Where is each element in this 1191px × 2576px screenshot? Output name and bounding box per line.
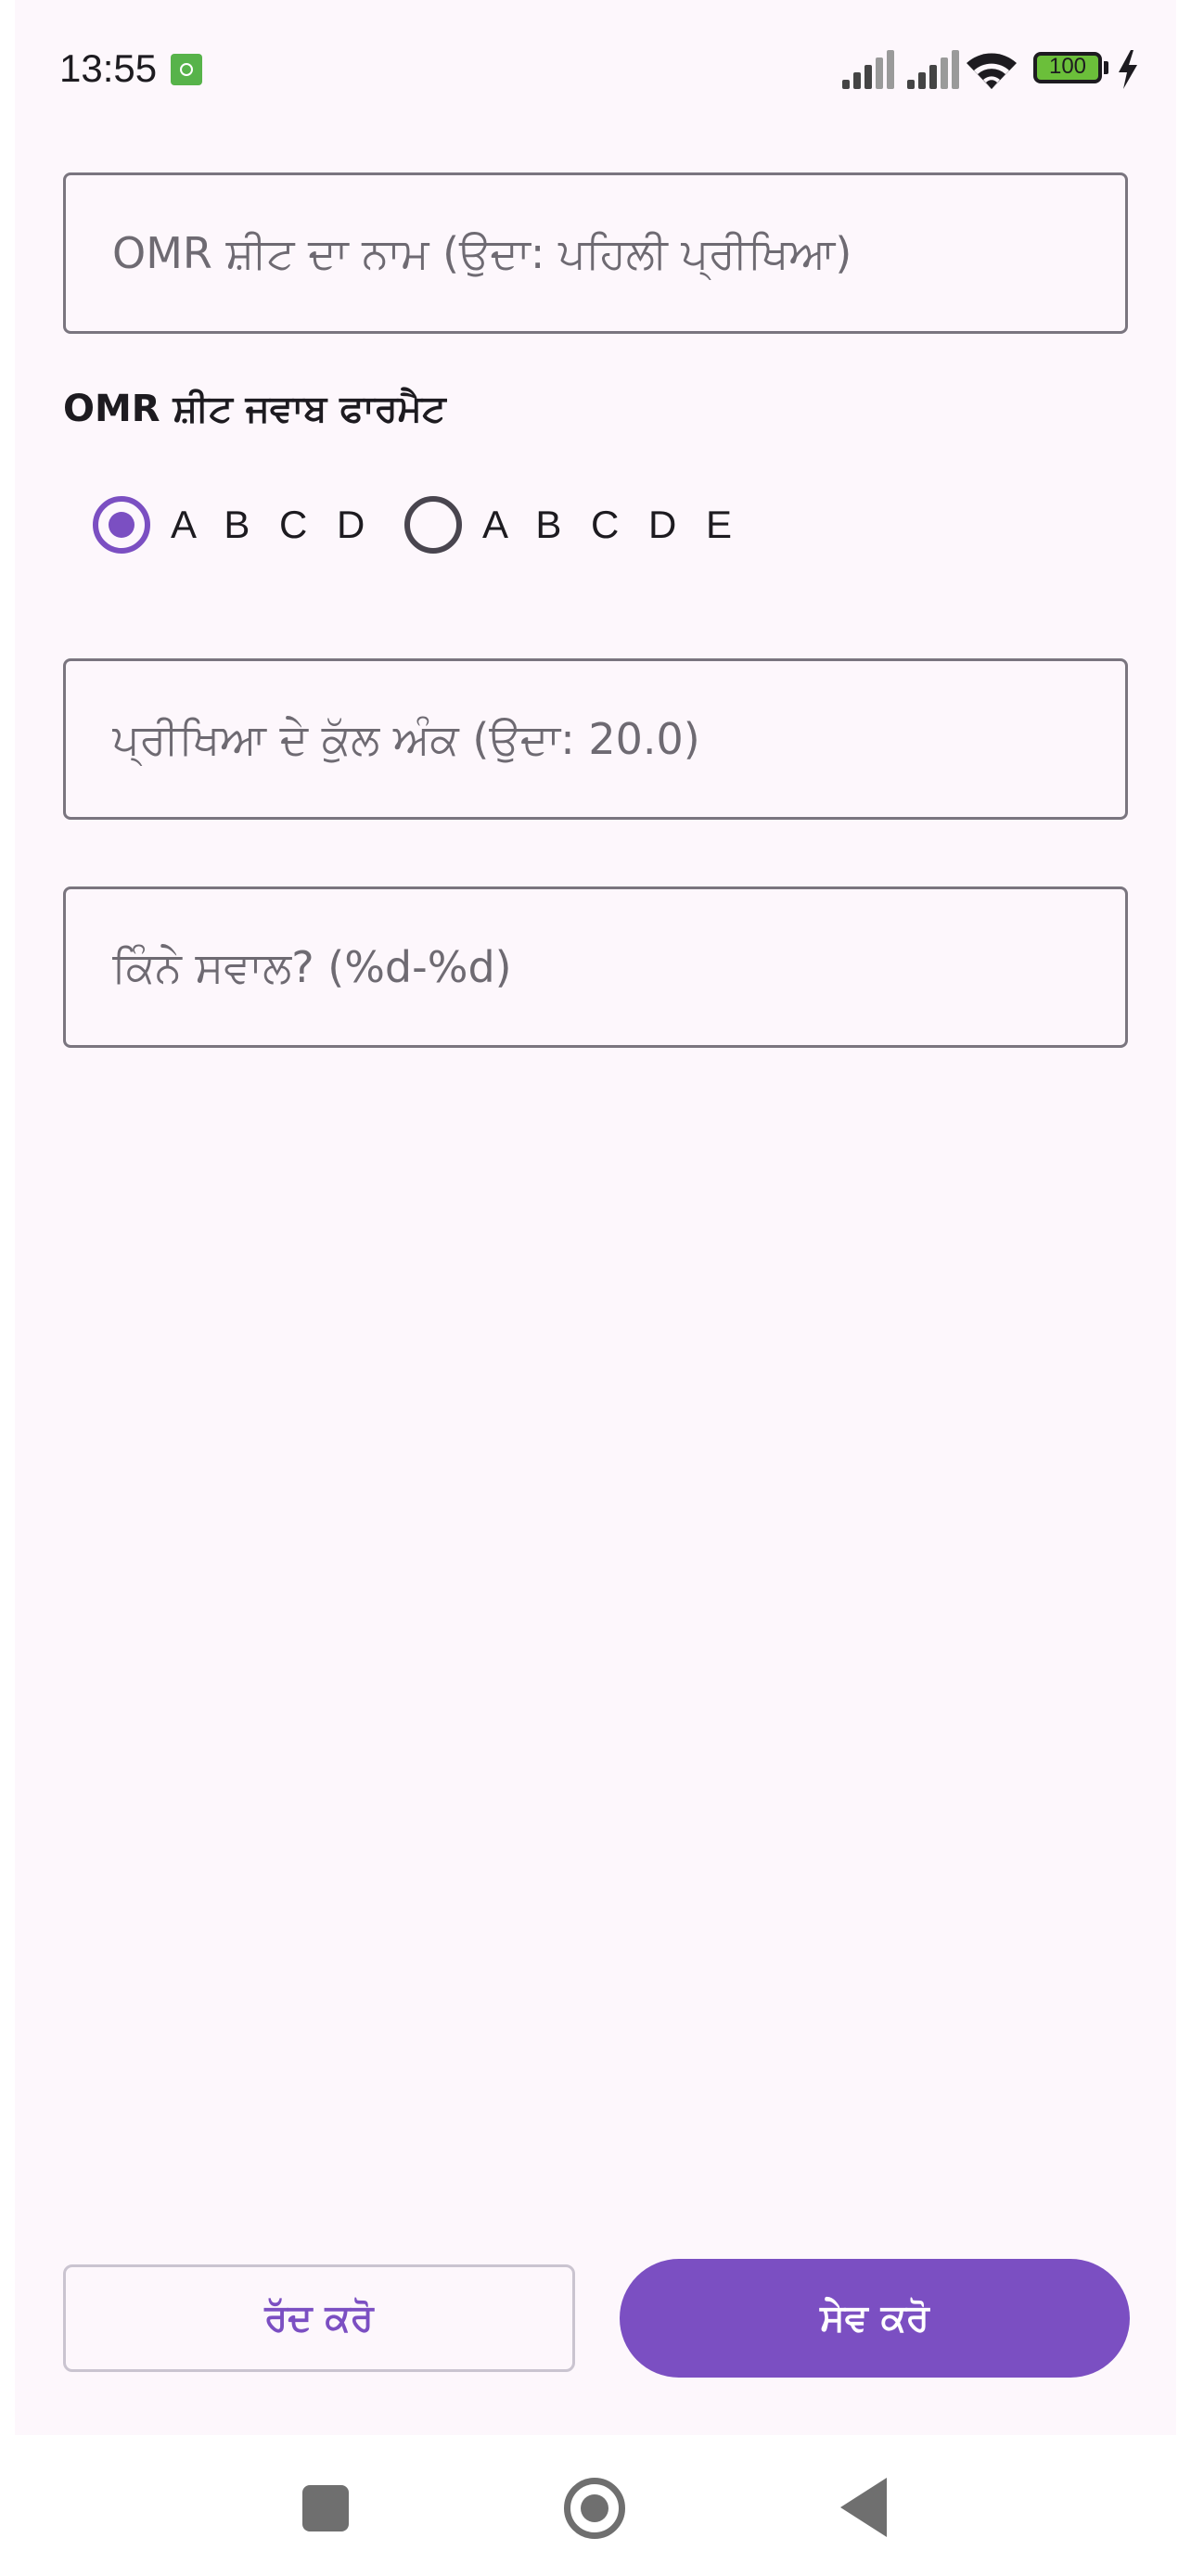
question-count-field[interactable]: [63, 886, 1128, 1048]
sheet-name-field[interactable]: [63, 172, 1128, 334]
sheet-name-input[interactable]: [66, 175, 1125, 331]
radio-abcd-label: A B C D: [171, 503, 375, 546]
total-marks-field[interactable]: [63, 658, 1128, 820]
total-marks-input[interactable]: [66, 661, 1125, 817]
radio-abcde[interactable]: A B C D E: [404, 491, 741, 558]
battery-level: 100: [1048, 54, 1087, 79]
home-circle-icon[interactable]: [564, 2478, 625, 2539]
radio-selected-icon[interactable]: [93, 496, 150, 554]
radio-abcd[interactable]: A B C D: [93, 491, 374, 558]
question-count-input[interactable]: [66, 889, 1125, 1045]
charging-bolt-icon: [1119, 50, 1137, 89]
cellular-signal-icon: [842, 48, 902, 89]
battery-tip: [1104, 61, 1108, 74]
notification-app-icon: [171, 54, 202, 85]
wifi-icon: [967, 53, 1017, 89]
radio-abcde-label: A B C D E: [482, 503, 742, 546]
status-bar: 13:55 100: [15, 0, 1176, 139]
back-triangle-icon[interactable]: [840, 2478, 887, 2537]
status-time: 13:55: [59, 46, 158, 90]
radio-unselected-icon[interactable]: [404, 496, 462, 554]
save-button[interactable]: ਸੇਵ ਕਰੋ: [620, 2259, 1130, 2378]
battery-icon: 100: [1033, 52, 1102, 83]
recents-square-icon[interactable]: [302, 2485, 349, 2531]
cellular-signal-icon: [907, 48, 967, 89]
app-screen: 13:55 100 OMR ਸ਼ੀਟ ਜਵਾਬ ਫਾਰਮੈਟ A B C D: [15, 0, 1176, 2435]
answer-format-label: OMR ਸ਼ੀਟ ਜਵਾਬ ਫਾਰਮੈਟ: [63, 388, 446, 430]
cancel-button[interactable]: ਰੱਦ ਕਰੋ: [63, 2264, 575, 2372]
